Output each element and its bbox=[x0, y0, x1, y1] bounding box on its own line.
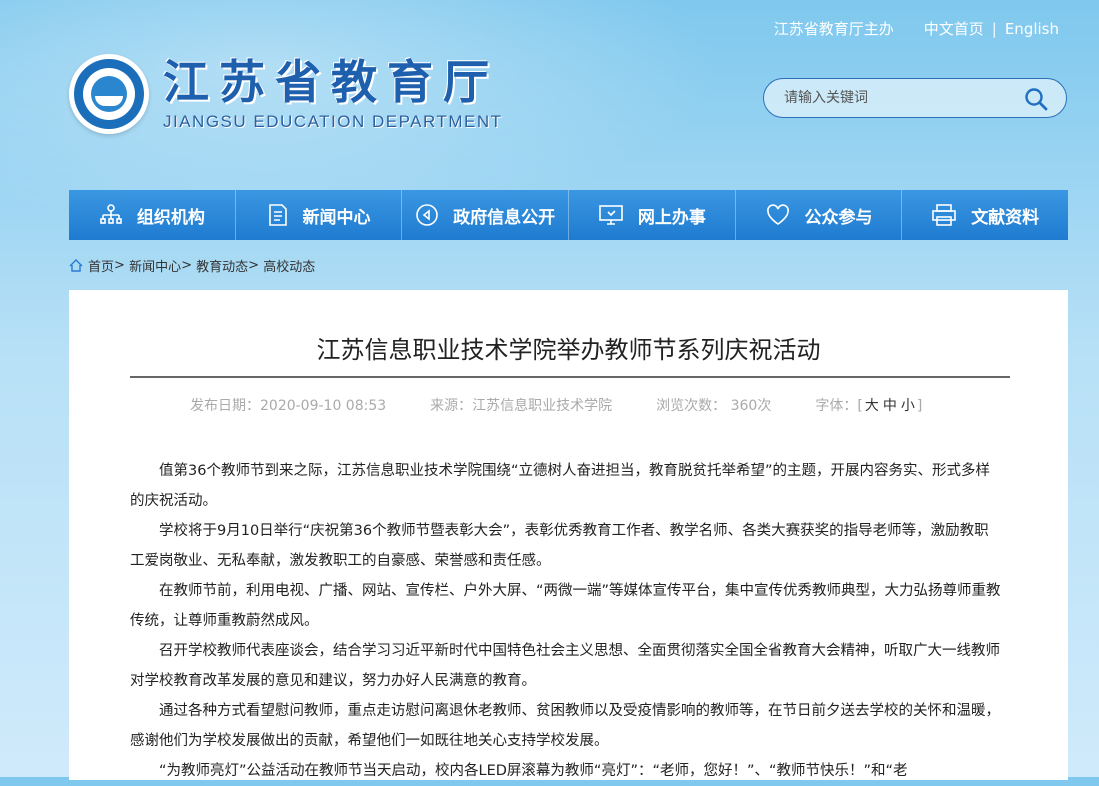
bracket: ] bbox=[916, 398, 923, 414]
printer-icon bbox=[932, 204, 956, 226]
sponsor-text: 江苏省教育厅主办 bbox=[773, 20, 894, 38]
article-paragraph: 值第36个教师节到来之际，江苏信息职业技术学院围绕“立德树人奋进担当，教育脱贫托… bbox=[130, 463, 990, 509]
font-size-large[interactable]: 大 bbox=[865, 398, 879, 414]
nav-item-online-services[interactable]: 网上办事 bbox=[569, 190, 736, 240]
emblem-icon bbox=[69, 54, 149, 134]
article-source: 来源：江苏信息职业技术学院 bbox=[430, 398, 613, 414]
article-paragraph: 通过各种方式看望慰问教师，重点走访慰问离退休老教师、贫困教师以及受疫情影响的教师… bbox=[130, 703, 1000, 749]
document-icon bbox=[268, 204, 287, 226]
font-size-label: 字体： bbox=[815, 398, 858, 414]
article-body: 值第36个教师节到来之际，江苏信息职业技术学院围绕“立德树人奋进担当，教育脱贫托… bbox=[130, 456, 1002, 786]
nav-item-label: 政府信息公开 bbox=[453, 207, 556, 228]
search-icon[interactable] bbox=[1024, 87, 1048, 111]
site-logo[interactable]: 江苏省教育厅 JIANGSU EDUCATION DEPARTMENT bbox=[69, 54, 503, 134]
nav-item-label: 新闻中心 bbox=[302, 207, 371, 228]
nav-item-label: 组织机构 bbox=[136, 207, 205, 228]
nav-item-gov-info[interactable]: 政府信息公开 bbox=[402, 190, 570, 240]
search-input[interactable] bbox=[782, 89, 1006, 107]
view-count: 浏览次数： 360次 bbox=[656, 398, 772, 414]
font-size-control: 字体：[大中小] bbox=[815, 395, 922, 415]
english-link[interactable]: English bbox=[1005, 20, 1059, 38]
link-separator: | bbox=[991, 19, 997, 38]
logo-english-name: JIANGSU EDUCATION DEPARTMENT bbox=[163, 112, 503, 131]
article-panel: 江苏信息职业技术学院举办教师节系列庆祝活动 发布日期：2020-09-10 08… bbox=[69, 290, 1068, 780]
publish-date: 发布日期：2020-09-10 08:53 bbox=[190, 398, 387, 414]
breadcrumb: 首页 > 新闻中心 > 教育动态 > 高校动态 bbox=[69, 256, 315, 275]
breadcrumb-university-news[interactable]: 高校动态 bbox=[263, 256, 315, 275]
breadcrumb-sep: > bbox=[248, 258, 260, 273]
font-size-small[interactable]: 小 bbox=[901, 398, 915, 414]
heart-icon bbox=[766, 204, 789, 225]
font-size-medium[interactable]: 中 bbox=[883, 398, 897, 414]
article-title: 江苏信息职业技术学院举办教师节系列庆祝活动 bbox=[316, 336, 821, 364]
article-paragraph: 学校将于9月10日举行“庆祝第36个教师节暨表彰大会”，表彰优秀教育工作者、教学… bbox=[130, 523, 989, 569]
nav-item-news[interactable]: 新闻中心 bbox=[236, 190, 403, 240]
nav-item-label: 文献资料 bbox=[971, 207, 1040, 228]
article-meta: 发布日期：2020-09-10 08:53 来源：江苏信息职业技术学院 浏览次数… bbox=[190, 395, 922, 415]
nav-item-public-participation[interactable]: 公众参与 bbox=[736, 190, 903, 240]
article-paragraph: 召开学校教师代表座谈会，结合学习习近平新时代中国特色社会主义思想、全面贯彻落实全… bbox=[130, 643, 1000, 689]
nav-item-label: 公众参与 bbox=[804, 207, 873, 228]
article-paragraph: 在教师节前，利用电视、广播、网站、宣传栏、户外大屏、“两微一端”等媒体宣传平台，… bbox=[130, 583, 1001, 629]
nav-item-documents[interactable]: 文献资料 bbox=[902, 190, 1068, 240]
org-chart-icon bbox=[100, 204, 122, 224]
breadcrumb-home[interactable]: 首页 bbox=[88, 256, 114, 275]
bracket: [ bbox=[857, 398, 863, 414]
search-box bbox=[763, 78, 1067, 118]
top-links: 江苏省教育厅主办 中文首页 | English bbox=[774, 18, 1059, 39]
logo-chinese-name: 江苏省教育厅 bbox=[163, 55, 499, 109]
breadcrumb-sep: > bbox=[181, 258, 192, 273]
nav-item-label: 网上办事 bbox=[637, 207, 706, 228]
article-paragraph: “为教师亮灯”公益活动在教师节当天启动，校内各LED屏滚幕为教师“亮灯”：“老师… bbox=[159, 763, 908, 779]
breadcrumb-news[interactable]: 新闻中心 bbox=[129, 256, 181, 275]
nav-item-organization[interactable]: 组织机构 bbox=[69, 190, 236, 240]
main-nav: 组织机构 新闻中心 政府信息公开 网上办事 公众参与 文献资料 bbox=[69, 190, 1068, 240]
play-circle-icon bbox=[416, 204, 438, 226]
breadcrumb-sep: > bbox=[114, 258, 125, 273]
monitor-icon bbox=[599, 205, 623, 225]
breadcrumb-edu-news[interactable]: 教育动态 bbox=[196, 256, 248, 275]
chinese-home-link[interactable]: 中文首页 bbox=[924, 18, 984, 39]
title-divider bbox=[130, 376, 1010, 378]
home-icon bbox=[69, 259, 83, 272]
